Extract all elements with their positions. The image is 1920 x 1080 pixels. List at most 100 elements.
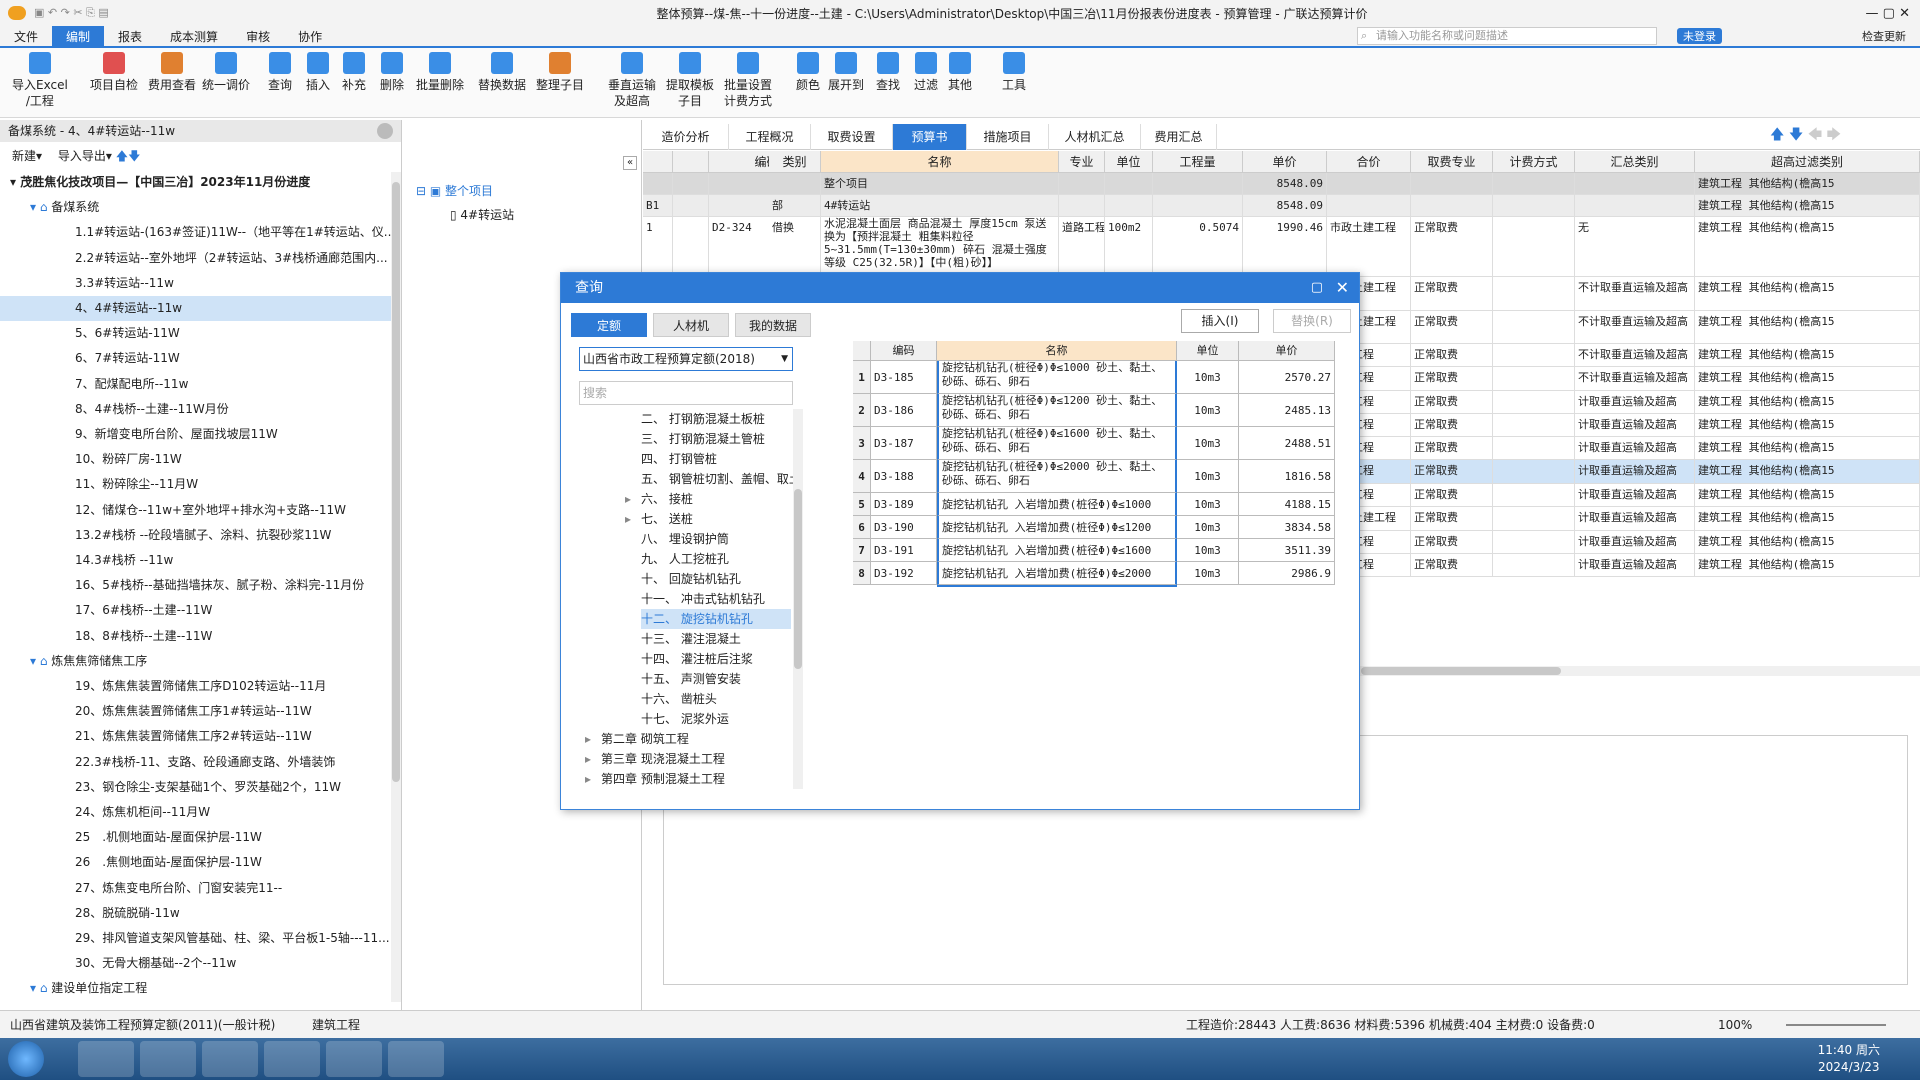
grid-cell[interactable]: 正常取费 bbox=[1411, 484, 1493, 507]
grid-header[interactable]: 类别 bbox=[769, 151, 821, 173]
grid-cell[interactable]: 建筑工程 其他结构(檐高15 bbox=[1695, 367, 1920, 391]
tree-item[interactable]: 27、炼焦变电所台阶、门窗安装完11-- bbox=[0, 876, 394, 901]
tree-item[interactable]: 1.1#转运站-(163#签证)11W--（地平等在1#转运站、仪... bbox=[0, 220, 394, 245]
tree-group[interactable]: ▾ ⌂ 炼焦焦筛储焦工序 bbox=[0, 649, 394, 674]
expand-icon[interactable]: ▸ bbox=[585, 769, 591, 789]
quota-tree-node[interactable]: ▸ 第二章 砌筑工程 bbox=[585, 729, 791, 749]
quota-code[interactable]: D3-186 bbox=[871, 394, 937, 427]
tree-item[interactable]: 19、炼焦焦装置筛储焦工序D102转运站--11月 bbox=[0, 674, 394, 699]
grid-cell[interactable]: 建筑工程 其他结构(檐高15 bbox=[1695, 217, 1920, 277]
grid-cell[interactable]: 建筑工程 其他结构(檐高15 bbox=[1695, 344, 1920, 367]
grid-cell[interactable] bbox=[1575, 173, 1695, 195]
grid-cell[interactable] bbox=[1153, 195, 1243, 217]
grid-header[interactable]: 专业 bbox=[1059, 151, 1105, 173]
insert-button[interactable]: 插入(I) bbox=[1181, 309, 1259, 333]
tree-item[interactable]: 24、炼焦机柜间--11月W bbox=[0, 800, 394, 825]
login-button[interactable]: 未登录 bbox=[1677, 28, 1722, 44]
grid-cell[interactable] bbox=[1059, 195, 1105, 217]
quota-code[interactable]: D3-190 bbox=[871, 516, 937, 539]
grid-cell[interactable]: 计取垂直运输及超高 bbox=[1575, 507, 1695, 531]
structure-child[interactable]: ▯ 4#转运站 bbox=[450, 206, 514, 223]
expand-icon[interactable]: ▸ bbox=[585, 749, 591, 769]
grid-cell[interactable] bbox=[1493, 554, 1575, 577]
tree-item[interactable]: 9、新增变电所台阶、屋面找坡层11W bbox=[0, 422, 394, 447]
ribbon-button-2[interactable]: 费用查看 bbox=[148, 52, 196, 93]
expand-icon[interactable]: ▸ bbox=[585, 729, 591, 749]
scrollbar-thumb[interactable] bbox=[392, 182, 400, 782]
tree-item[interactable]: 14.3#栈桥 --11w bbox=[0, 548, 394, 573]
function-search-input[interactable]: ⌕ 请输入功能名称或问题描述 bbox=[1357, 27, 1657, 45]
grid-cell[interactable]: 建筑工程 其他结构(檐高15 bbox=[1695, 507, 1920, 531]
scrollbar-thumb[interactable] bbox=[1361, 667, 1561, 675]
grid-cell[interactable]: 整个项目 bbox=[821, 173, 1059, 195]
quota-price[interactable]: 4188.15 bbox=[1239, 493, 1335, 516]
quota-grid-header[interactable]: 单位 bbox=[1177, 341, 1239, 361]
grid-cell[interactable]: 计取垂直运输及超高 bbox=[1575, 484, 1695, 507]
quota-tree-node[interactable]: 四、 打钢管桩 bbox=[641, 449, 791, 469]
ribbon-button-14[interactable]: 颜色 bbox=[796, 52, 820, 93]
move-up-icon[interactable]: 🡅 bbox=[116, 149, 128, 163]
grid-cell[interactable]: 1990.46 bbox=[1243, 217, 1327, 277]
grid-cell[interactable] bbox=[1493, 391, 1575, 414]
tree-item[interactable]: 26 .焦侧地面站-屋面保护层-11W bbox=[0, 850, 394, 875]
grid-cell[interactable] bbox=[1153, 173, 1243, 195]
grid-cell[interactable]: 不计取垂直运输及超高 bbox=[1575, 277, 1695, 311]
tab-3[interactable]: 预算书 bbox=[893, 124, 967, 150]
quota-unit[interactable]: 10m3 bbox=[1177, 539, 1239, 562]
maximize-icon[interactable]: ▢ bbox=[1311, 273, 1323, 303]
menu-edit[interactable]: 编制 bbox=[52, 25, 105, 47]
grid-cell[interactable] bbox=[1493, 460, 1575, 484]
quota-name[interactable]: 旋挖钻机钻孔(桩径Φ)Φ≤1000 砂土、黏土、砂砾、砾石、卵石 bbox=[937, 361, 1177, 394]
quota-price[interactable]: 1816.58 bbox=[1239, 460, 1335, 493]
quota-price[interactable]: 2986.9 bbox=[1239, 562, 1335, 585]
grid-cell[interactable] bbox=[1493, 507, 1575, 531]
grid-cell[interactable] bbox=[1493, 311, 1575, 344]
tree-item[interactable]: 17、6#栈桥--土建--11W bbox=[0, 598, 394, 623]
grid-cell[interactable]: 正常取费 bbox=[1411, 367, 1493, 391]
ribbon-button-8[interactable]: 批量删除 bbox=[416, 52, 464, 93]
grid-header[interactable] bbox=[643, 151, 673, 173]
tree-item[interactable]: 5、6#转运站-11W bbox=[0, 321, 394, 346]
tree-group[interactable]: ▾ ⌂ 建设单位指定工程 bbox=[0, 976, 394, 1000]
tab-0[interactable]: 造价分析 bbox=[643, 124, 729, 150]
grid-cell[interactable]: 正常取费 bbox=[1411, 507, 1493, 531]
scrollbar-thumb[interactable] bbox=[794, 489, 802, 669]
ribbon-button-9[interactable]: 替换数据 bbox=[478, 52, 526, 93]
quota-tree-node[interactable]: ▸ 第三章 现浇混凝土工程 bbox=[585, 749, 791, 769]
taskbar-app-1[interactable] bbox=[78, 1041, 134, 1077]
tree-item[interactable]: 29、排风管道支架风管基础、柱、梁、平台板1-5轴---11... bbox=[0, 926, 394, 951]
quick-access-toolbar[interactable]: ▣ ↶ ↷ ✂ ⎘ ▤ bbox=[34, 6, 194, 20]
menu-collab[interactable]: 协作 bbox=[284, 26, 336, 47]
tab-6[interactable]: 费用汇总 bbox=[1141, 124, 1217, 150]
tree-item[interactable]: 28、脱硫脱硝-11w bbox=[0, 901, 394, 926]
grid-header[interactable]: 单位 bbox=[1105, 151, 1153, 173]
tab-my-data[interactable]: 我的数据 bbox=[735, 313, 811, 337]
grid-cell[interactable] bbox=[1493, 414, 1575, 437]
quota-grid-header[interactable] bbox=[853, 341, 871, 361]
ribbon-button-5[interactable]: 插入 bbox=[306, 52, 330, 93]
quota-unit[interactable]: 10m3 bbox=[1177, 460, 1239, 493]
quota-tree-node[interactable]: ▸ 第四章 预制混凝土工程 bbox=[585, 769, 791, 789]
dialog-search-input[interactable]: 搜索 bbox=[579, 381, 793, 405]
grid-cell[interactable]: 计取垂直运输及超高 bbox=[1575, 391, 1695, 414]
grid-cell[interactable]: 正常取费 bbox=[1411, 531, 1493, 554]
grid-cell[interactable]: 建筑工程 其他结构(檐高15 bbox=[1695, 484, 1920, 507]
quota-name[interactable]: 旋挖钻机钻孔(桩径Φ)Φ≤2000 砂土、黏土、砂砾、砾石、卵石 bbox=[937, 460, 1177, 493]
grid-header[interactable]: 汇总类别 bbox=[1575, 151, 1695, 173]
quota-tree-node[interactable]: 八、 埋设钢护筒 bbox=[641, 529, 791, 549]
replace-button[interactable]: 替换(R) bbox=[1273, 309, 1351, 333]
expand-icon[interactable]: ▸ bbox=[625, 489, 631, 509]
zoom-slider[interactable] bbox=[1786, 1024, 1886, 1026]
quota-unit[interactable]: 10m3 bbox=[1177, 427, 1239, 460]
grid-cell[interactable]: 正常取费 bbox=[1411, 460, 1493, 484]
grid-cell[interactable] bbox=[1105, 195, 1153, 217]
tree-item[interactable]: 12、储煤仓--11w+室外地坪+排水沟+支路--11W bbox=[0, 498, 394, 523]
quota-tree-node[interactable]: 十一、 冲击式钻机钻孔 bbox=[641, 589, 791, 609]
grid-cell[interactable]: 正常取费 bbox=[1411, 311, 1493, 344]
quota-grid-header[interactable]: 单价 bbox=[1239, 341, 1335, 361]
grid-cell[interactable]: 道路工程 bbox=[1059, 217, 1105, 277]
ribbon-button-16[interactable]: 查找 bbox=[876, 52, 900, 93]
quota-unit[interactable]: 10m3 bbox=[1177, 394, 1239, 427]
ribbon-button-19[interactable]: 工具 bbox=[1002, 52, 1026, 93]
grid-cell[interactable]: 计取垂直运输及超高 bbox=[1575, 437, 1695, 460]
